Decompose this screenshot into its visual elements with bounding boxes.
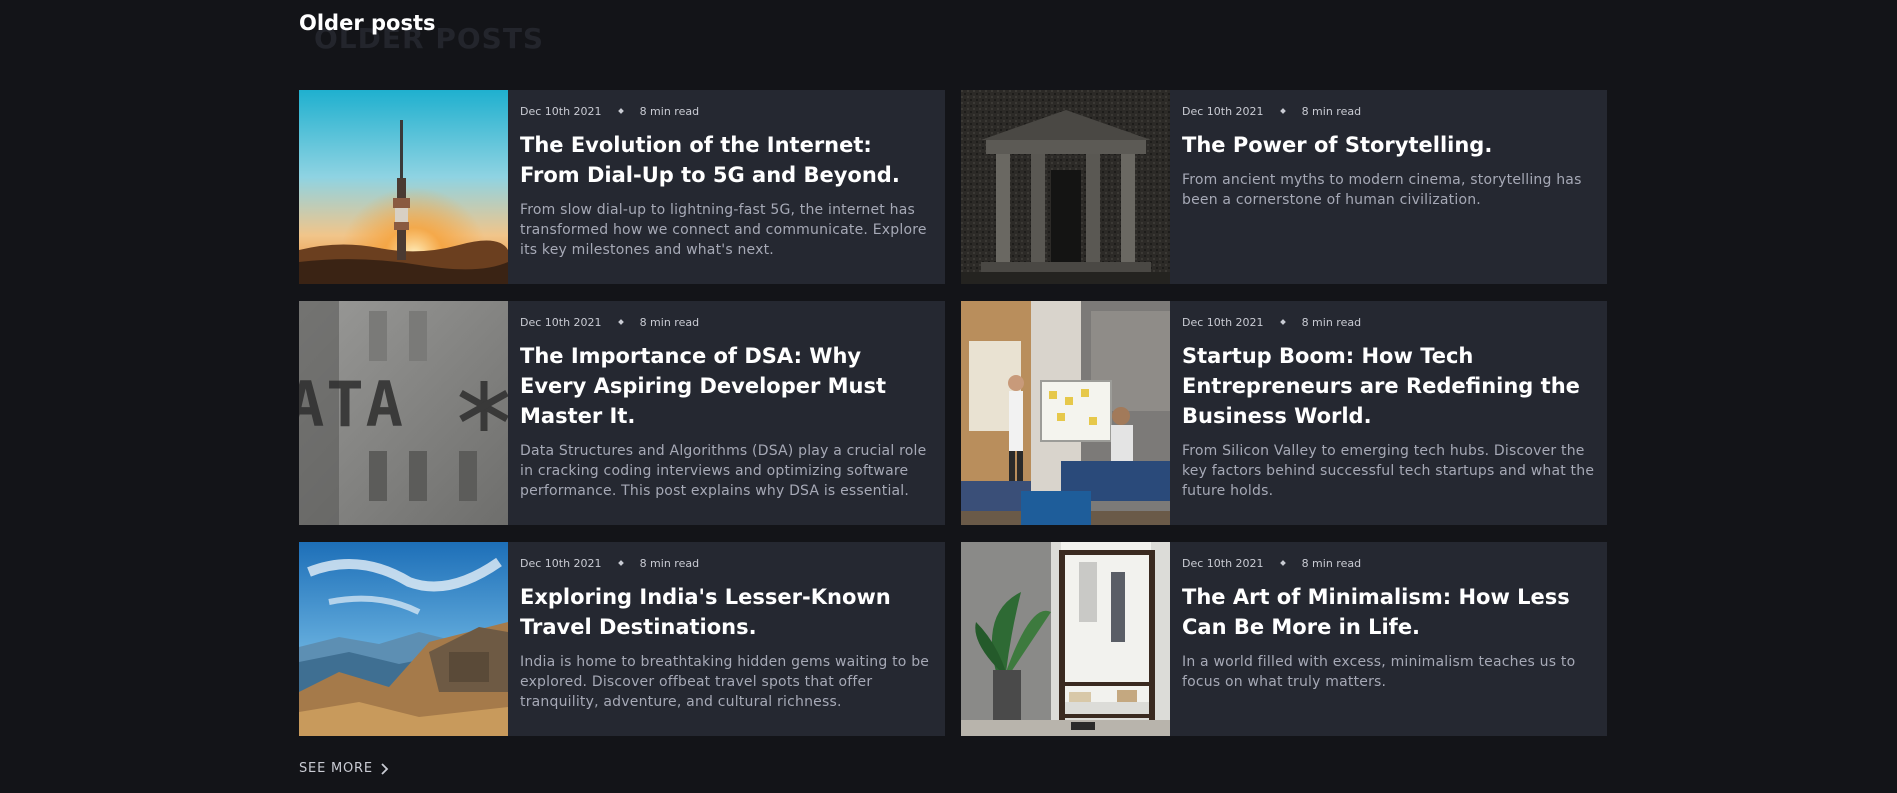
post-excerpt: Data Structures and Algorithms (DSA) pla… [520,443,927,499]
post-excerpt: From Silicon Valley to emerging tech hub… [1182,443,1595,499]
post-content: Dec 10th 2021 8 min read The Power of St… [1170,90,1607,284]
post-content: Dec 10th 2021 8 min read Startup Boom: H… [1170,301,1607,525]
separator-dot-icon [1279,319,1286,325]
post-title[interactable]: The Evolution of the Internet: From Dial… [520,130,933,190]
post-title[interactable]: Exploring India's Lesser-Known Travel De… [520,582,933,642]
post-date: Dec 10th 2021 [1182,315,1264,329]
post-content: Dec 10th 2021 8 min read The Importance … [508,301,945,525]
post-date: Dec 10th 2021 [1182,556,1264,570]
post-thumbnail-temple[interactable] [961,90,1170,284]
post-meta: Dec 10th 2021 8 min read [1182,556,1595,570]
post-excerpt: From slow dial-up to lightning-fast 5G, … [520,202,927,258]
post-date: Dec 10th 2021 [1182,104,1264,118]
post-read-time: 8 min read [1301,556,1362,570]
separator-dot-icon [1279,560,1286,566]
post-thumbnail-data-window[interactable]: ATA [299,301,508,525]
post-excerpt: India is home to breathtaking hidden gem… [520,654,930,710]
post-title[interactable]: The Power of Storytelling. [1182,130,1595,160]
section-title: Older posts [299,11,436,35]
post-date: Dec 10th 2021 [520,556,602,570]
svg-text:ATA: ATA [299,368,405,441]
post-thumbnail-office-meeting[interactable] [961,301,1170,525]
post-grid: Dec 10th 2021 8 min read The Evolution o… [299,90,1607,736]
post-read-time: 8 min read [1301,315,1362,329]
post-card[interactable]: Dec 10th 2021 8 min read Startup Boom: H… [961,301,1607,525]
post-content: Dec 10th 2021 8 min read The Art of Mini… [1170,542,1607,736]
post-excerpt: From ancient myths to modern cinema, sto… [1182,172,1582,208]
post-date: Dec 10th 2021 [520,104,602,118]
post-title[interactable]: The Importance of DSA: Why Every Aspirin… [520,341,933,431]
post-thumbnail-tower[interactable] [299,90,508,284]
post-card[interactable]: Dec 10th 2021 8 min read The Power of St… [961,90,1607,284]
post-meta: Dec 10th 2021 8 min read [520,315,933,329]
post-card[interactable]: Dec 10th 2021 8 min read Exploring India… [299,542,945,736]
post-read-time: 8 min read [639,315,700,329]
post-card[interactable]: ATA Dec 10th 2021 8 min read The Importa… [299,301,945,525]
post-title[interactable]: The Art of Minimalism: How Less Can Be M… [1182,582,1595,642]
post-read-time: 8 min read [639,556,700,570]
post-content: Dec 10th 2021 8 min read The Evolution o… [508,90,945,284]
see-more-label: SEE MORE [299,761,373,776]
post-card[interactable]: Dec 10th 2021 8 min read The Art of Mini… [961,542,1607,736]
post-thumbnail-minimal-room[interactable] [961,542,1170,736]
post-meta: Dec 10th 2021 8 min read [520,556,933,570]
post-meta: Dec 10th 2021 8 min read [1182,315,1595,329]
post-date: Dec 10th 2021 [520,315,602,329]
post-excerpt: In a world filled with excess, minimalis… [1182,654,1576,690]
post-thumbnail-mountains[interactable] [299,542,508,736]
post-meta: Dec 10th 2021 8 min read [520,104,933,118]
post-card[interactable]: Dec 10th 2021 8 min read The Evolution o… [299,90,945,284]
blog-page: OLDER POSTS Older posts Dec 10th 2021 8 … [0,0,1897,793]
separator-dot-icon [617,108,624,114]
post-read-time: 8 min read [1301,104,1362,118]
post-read-time: 8 min read [639,104,700,118]
post-content: Dec 10th 2021 8 min read Exploring India… [508,542,945,736]
separator-dot-icon [617,319,624,325]
separator-dot-icon [617,560,624,566]
see-more-link[interactable]: SEE MORE [299,761,389,776]
post-title[interactable]: Startup Boom: How Tech Entrepreneurs are… [1182,341,1595,431]
post-meta: Dec 10th 2021 8 min read [1182,104,1595,118]
chevron-right-icon [379,762,389,775]
separator-dot-icon [1279,108,1286,114]
